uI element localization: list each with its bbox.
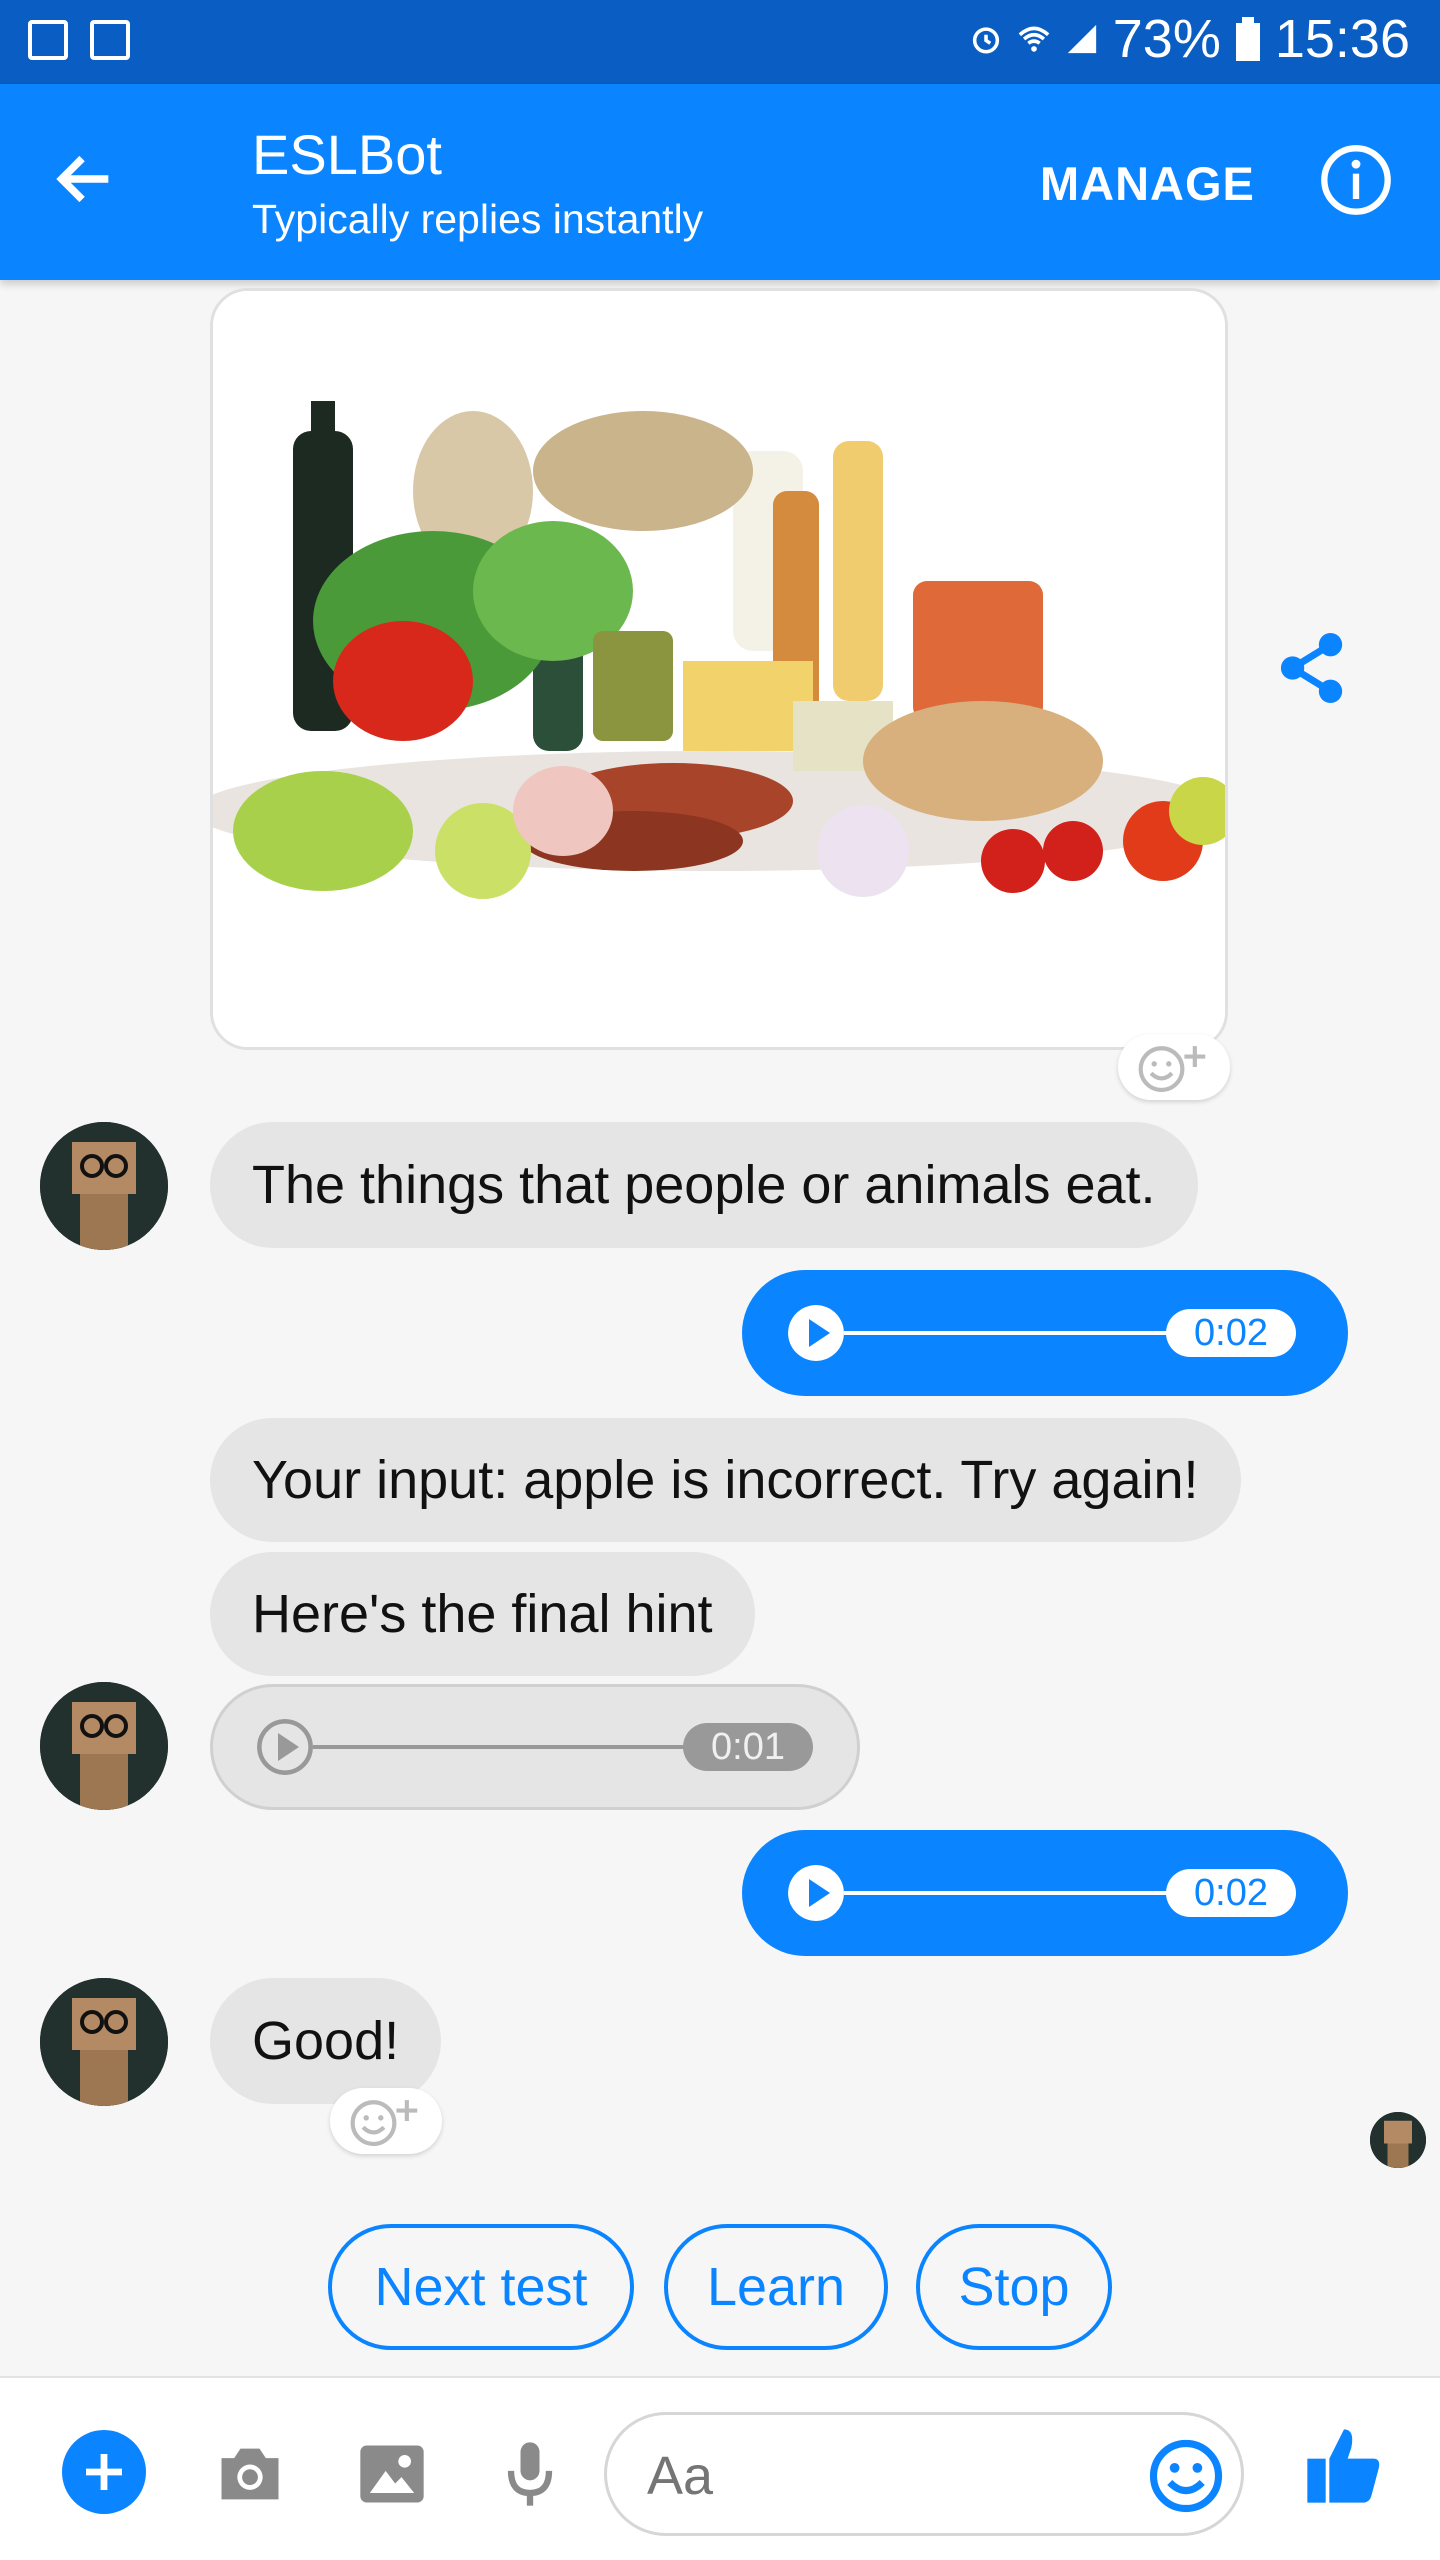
user-audio-message[interactable]: 0:02 [742, 1830, 1348, 1956]
add-reaction-icon [350, 2100, 418, 2146]
bot-avatar[interactable] [40, 1122, 168, 1250]
share-icon[interactable] [1278, 630, 1348, 706]
play-icon[interactable] [257, 1719, 313, 1775]
audio-duration: 0:01 [683, 1723, 813, 1771]
microphone-icon[interactable] [492, 2436, 568, 2512]
battery-percent: 73% [1112, 9, 1221, 69]
emoji-icon[interactable] [1147, 2437, 1225, 2515]
user-audio-message[interactable]: 0:02 [742, 1270, 1348, 1396]
status-bar: 73% 15:36 [0, 0, 1440, 84]
clock: 15:36 [1274, 9, 1410, 69]
signal-icon [1067, 24, 1096, 54]
play-icon[interactable] [788, 1305, 844, 1361]
alarm-icon [972, 27, 999, 54]
bot-message: The things that people or animals eat. [210, 1122, 1198, 1248]
quick-reply-stop[interactable]: Stop [916, 2224, 1112, 2350]
info-icon[interactable] [1318, 142, 1394, 218]
bot-audio-message[interactable]: 0:01 [210, 1684, 860, 1810]
plus-icon [86, 2454, 122, 2490]
back-arrow-icon[interactable] [50, 144, 120, 214]
food-image-card[interactable] [210, 288, 1228, 1050]
audio-progress-track[interactable] [844, 1331, 1174, 1335]
manage-button[interactable]: MANAGE [1040, 156, 1255, 211]
audio-progress-track[interactable] [844, 1891, 1174, 1895]
contact-status: Typically replies instantly [252, 196, 704, 242]
add-reaction-button[interactable] [330, 2088, 442, 2154]
battery-icon [1235, 17, 1260, 61]
groceries-image [213, 291, 1225, 1047]
wifi-icon [1018, 26, 1050, 52]
add-reaction-icon [1138, 1046, 1206, 1092]
bot-avatar-image [40, 1978, 168, 2106]
audio-duration: 0:02 [1166, 1309, 1296, 1357]
bot-avatar[interactable] [40, 1682, 168, 1810]
bot-message: Good! [210, 1978, 442, 2104]
bot-avatar-image [40, 1682, 168, 1810]
add-reaction-button[interactable] [1118, 1034, 1230, 1100]
quick-reply-next-test[interactable]: Next test [328, 2224, 634, 2350]
seen-avatar-image [1370, 2112, 1426, 2168]
audio-duration: 0:02 [1166, 1869, 1296, 1917]
message-input-box[interactable] [604, 2412, 1244, 2536]
bot-message: Here's the final hint [210, 1552, 755, 1676]
gallery-icon[interactable] [354, 2436, 430, 2512]
seen-avatar [1370, 2112, 1426, 2168]
more-actions-button[interactable] [62, 2430, 146, 2514]
contact-name[interactable]: ESLBot [252, 122, 442, 187]
conversation-header: ESLBot Typically replies instantly MANAG… [0, 84, 1440, 280]
bot-avatar-image [40, 1122, 168, 1250]
gallery-notification-icon [28, 20, 68, 60]
message-input[interactable] [647, 2441, 1107, 2511]
audio-progress-track[interactable] [313, 1745, 693, 1749]
quick-reply-learn[interactable]: Learn [664, 2224, 888, 2350]
camera-icon[interactable] [212, 2436, 288, 2512]
bot-avatar[interactable] [40, 1978, 168, 2106]
screenshot-notification-icon [90, 20, 130, 60]
thumbs-up-icon[interactable] [1300, 2422, 1388, 2510]
message-composer [0, 2376, 1440, 2560]
play-icon[interactable] [788, 1865, 844, 1921]
bot-message: Your input: apple is incorrect. Try agai… [210, 1418, 1241, 1542]
